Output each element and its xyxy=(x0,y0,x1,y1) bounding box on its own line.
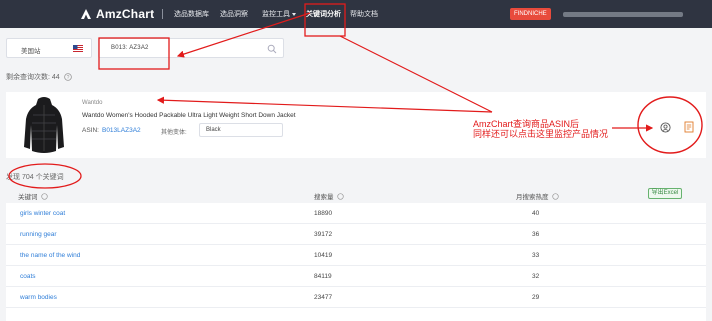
column-header-monthly-rank-label: 月搜索热度 xyxy=(516,194,549,201)
keyword-link[interactable]: running gear xyxy=(20,231,57,238)
monthly-rank: 33 xyxy=(532,252,540,259)
logo-text: AmzChart xyxy=(96,7,155,21)
asin-search-value: B013: AZ3A2 xyxy=(111,45,149,51)
product-brand: Wantdo xyxy=(82,100,103,106)
asin-line: ASIN: B013LAZ3A2 xyxy=(82,127,141,134)
chevron-down-icon xyxy=(292,12,296,16)
table-header: 关键词 搜索量 月搜索热度 xyxy=(6,188,706,202)
findniche-button[interactable]: FINDNICHE xyxy=(510,8,551,20)
report-icon[interactable] xyxy=(684,121,694,133)
column-header-volume-label: 搜索量 xyxy=(314,194,334,201)
product-title[interactable]: Wantdo Women's Hooded Packable Ultra Lig… xyxy=(82,112,296,119)
nav-divider xyxy=(162,9,163,19)
table-row: running gear 39172 36 xyxy=(6,224,706,245)
column-header-keyword[interactable]: 关键词 xyxy=(18,191,48,201)
nav-item-help-docs[interactable]: 帮助文档 xyxy=(350,9,378,19)
keyword-link[interactable]: the name of the wind xyxy=(20,252,80,259)
keywords-found-count: 发现 704 个关键词 xyxy=(6,174,64,181)
annotation-note: AmzChart查询商品ASIN后 同样还可以点击这里监控产品情况 xyxy=(473,119,643,139)
help-icon[interactable] xyxy=(336,192,344,200)
keyword-link[interactable]: warm bodies xyxy=(20,294,57,301)
asin-search-input[interactable]: B013: AZ3A2 xyxy=(98,38,284,58)
remaining-queries-text: 剩余查询次数: 44 xyxy=(6,74,60,81)
product-image[interactable] xyxy=(22,95,66,155)
marketplace-select[interactable]: 美国站 xyxy=(6,38,92,58)
svg-text:?: ? xyxy=(66,75,69,81)
help-icon[interactable] xyxy=(40,192,48,200)
keyword-table: girls winter coat 18890 40 running gear … xyxy=(6,203,706,321)
user-account-redacted[interactable] xyxy=(563,12,683,17)
remaining-queries: 剩余查询次数: 44 ? xyxy=(6,72,72,82)
table-row: girls winter coat 18890 40 xyxy=(6,203,706,224)
table-row: the name of the wind 10419 33 xyxy=(6,245,706,266)
search-volume: 18890 xyxy=(314,210,333,217)
nav-item-monitor-tools-label: 监控工具 xyxy=(262,11,290,18)
page: AmzChart 选品数据库 选品洞察 监控工具 关键词分析 帮助文档 FIND… xyxy=(0,0,712,321)
search-volume: 39172 xyxy=(314,231,333,238)
logo-mark-icon xyxy=(81,9,91,19)
top-nav: AmzChart 选品数据库 选品洞察 监控工具 关键词分析 帮助文档 FIND… xyxy=(0,0,712,28)
variant-value: Black xyxy=(206,127,221,133)
table-row: warm bodies 23477 29 xyxy=(6,287,706,308)
search-volume: 10419 xyxy=(314,252,333,259)
nav-item-keyword-analysis[interactable]: 关键词分析 xyxy=(306,9,341,19)
table-row: coats 84119 32 xyxy=(6,266,706,287)
monthly-rank: 32 xyxy=(532,273,540,280)
variant-select[interactable]: Black xyxy=(199,123,283,137)
help-icon[interactable]: ? xyxy=(63,73,72,81)
export-excel-button[interactable]: 导出Excel xyxy=(648,188,682,199)
logo[interactable]: AmzChart xyxy=(80,7,154,21)
monthly-rank: 29 xyxy=(532,294,540,301)
us-flag-icon xyxy=(73,45,83,52)
monitor-product-icon[interactable] xyxy=(660,122,671,133)
marketplace-label: 美国站 xyxy=(21,48,41,55)
search-icon[interactable] xyxy=(267,44,277,54)
monthly-rank: 36 xyxy=(532,231,540,238)
nav-item-monitor-tools[interactable]: 监控工具 xyxy=(262,9,296,19)
search-row: 美国站 B013: AZ3A2 xyxy=(6,38,286,58)
asin-label: ASIN: xyxy=(82,127,99,134)
column-header-monthly-rank[interactable]: 月搜索热度 xyxy=(516,191,559,201)
variant-label: 其他变体: xyxy=(161,130,187,136)
annotation-line-1: AmzChart查询商品ASIN后 xyxy=(473,119,580,129)
annotation-line-2: 同样还可以点击这里监控产品情况 xyxy=(473,129,609,139)
column-header-keyword-label: 关键词 xyxy=(18,194,38,201)
monthly-rank: 40 xyxy=(532,210,540,217)
column-header-volume[interactable]: 搜索量 xyxy=(314,191,344,201)
search-volume: 84119 xyxy=(314,273,332,280)
search-volume: 23477 xyxy=(314,294,333,301)
asin-link[interactable]: B013LAZ3A2 xyxy=(102,127,141,134)
help-icon[interactable] xyxy=(551,192,559,200)
keyword-link[interactable]: girls winter coat xyxy=(20,210,65,217)
nav-item-product-database[interactable]: 选品数据库 xyxy=(174,9,209,19)
nav-item-product-insight[interactable]: 选品洞察 xyxy=(220,9,248,19)
keyword-link[interactable]: coats xyxy=(20,273,36,280)
